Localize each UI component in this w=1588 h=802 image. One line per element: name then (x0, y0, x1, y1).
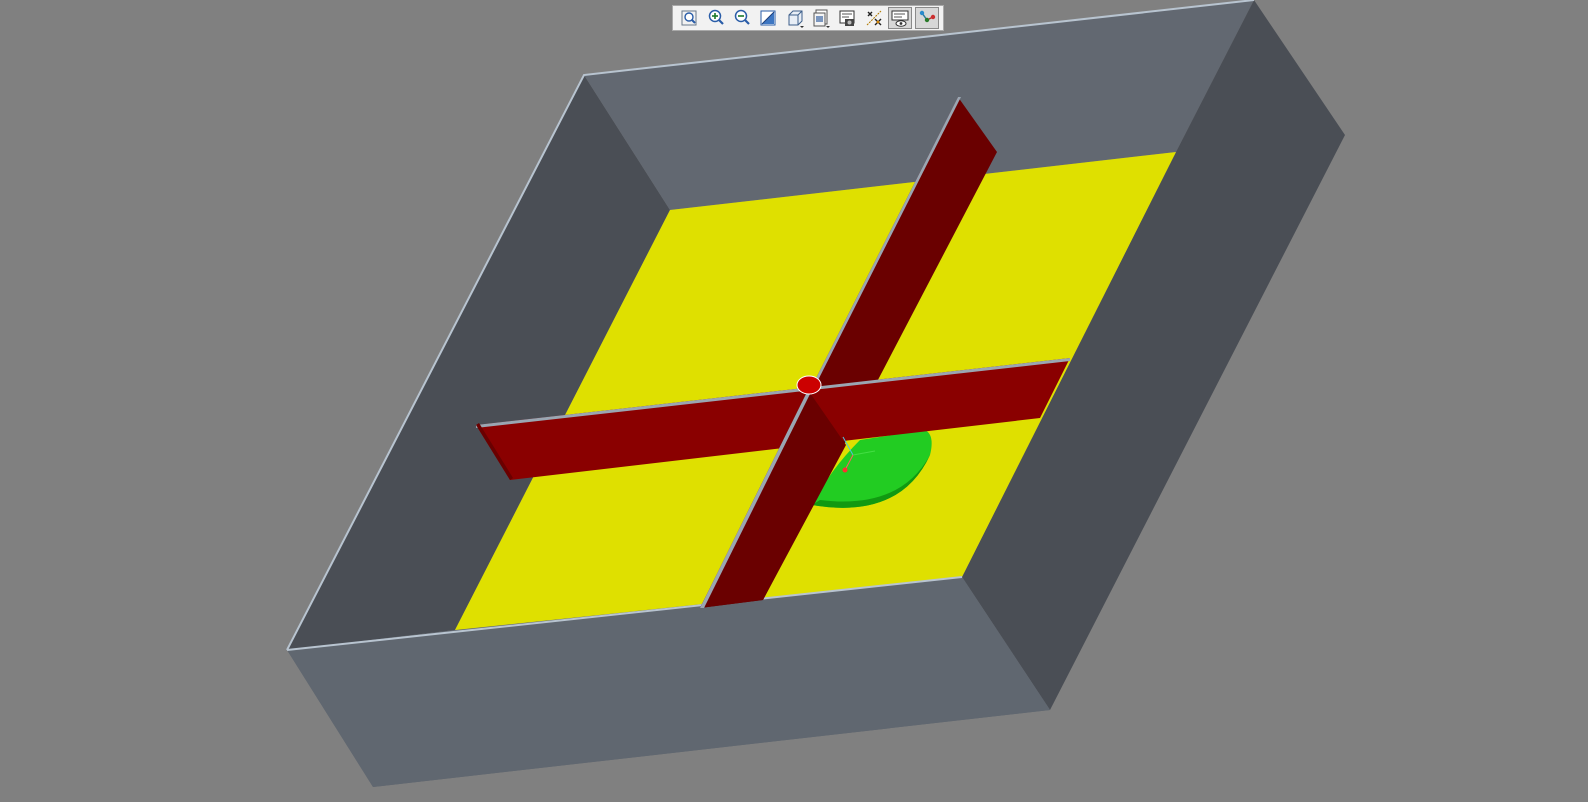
spin-center-icon (919, 10, 935, 23)
repaint-button[interactable] (756, 7, 780, 29)
display-style-button[interactable] (783, 7, 807, 29)
display-style-icon (788, 10, 804, 28)
zoom-in-button[interactable] (704, 7, 728, 29)
view-toolbar (672, 5, 944, 31)
datum-display-icon (866, 10, 882, 26)
model-3d-view[interactable] (0, 0, 1588, 802)
spin-center-button[interactable] (914, 7, 939, 29)
annotation-display-icon (891, 10, 909, 27)
zoom-in-icon (708, 9, 724, 25)
zoom-fit-button[interactable] (677, 7, 701, 29)
datum-display-button[interactable] (862, 7, 886, 29)
view-manager-button[interactable] (835, 7, 859, 29)
saved-views-button[interactable] (809, 7, 833, 29)
center-hub[interactable] (796, 375, 822, 395)
saved-views-icon (813, 9, 831, 28)
graphics-viewport[interactable] (0, 0, 1588, 802)
zoom-out-icon (734, 9, 750, 25)
triad-origin (842, 467, 848, 473)
annotation-display-button[interactable] (888, 7, 913, 29)
view-manager-icon (839, 10, 855, 26)
zoom-fit-icon (681, 10, 697, 26)
zoom-out-button[interactable] (730, 7, 754, 29)
repaint-icon (760, 10, 776, 26)
